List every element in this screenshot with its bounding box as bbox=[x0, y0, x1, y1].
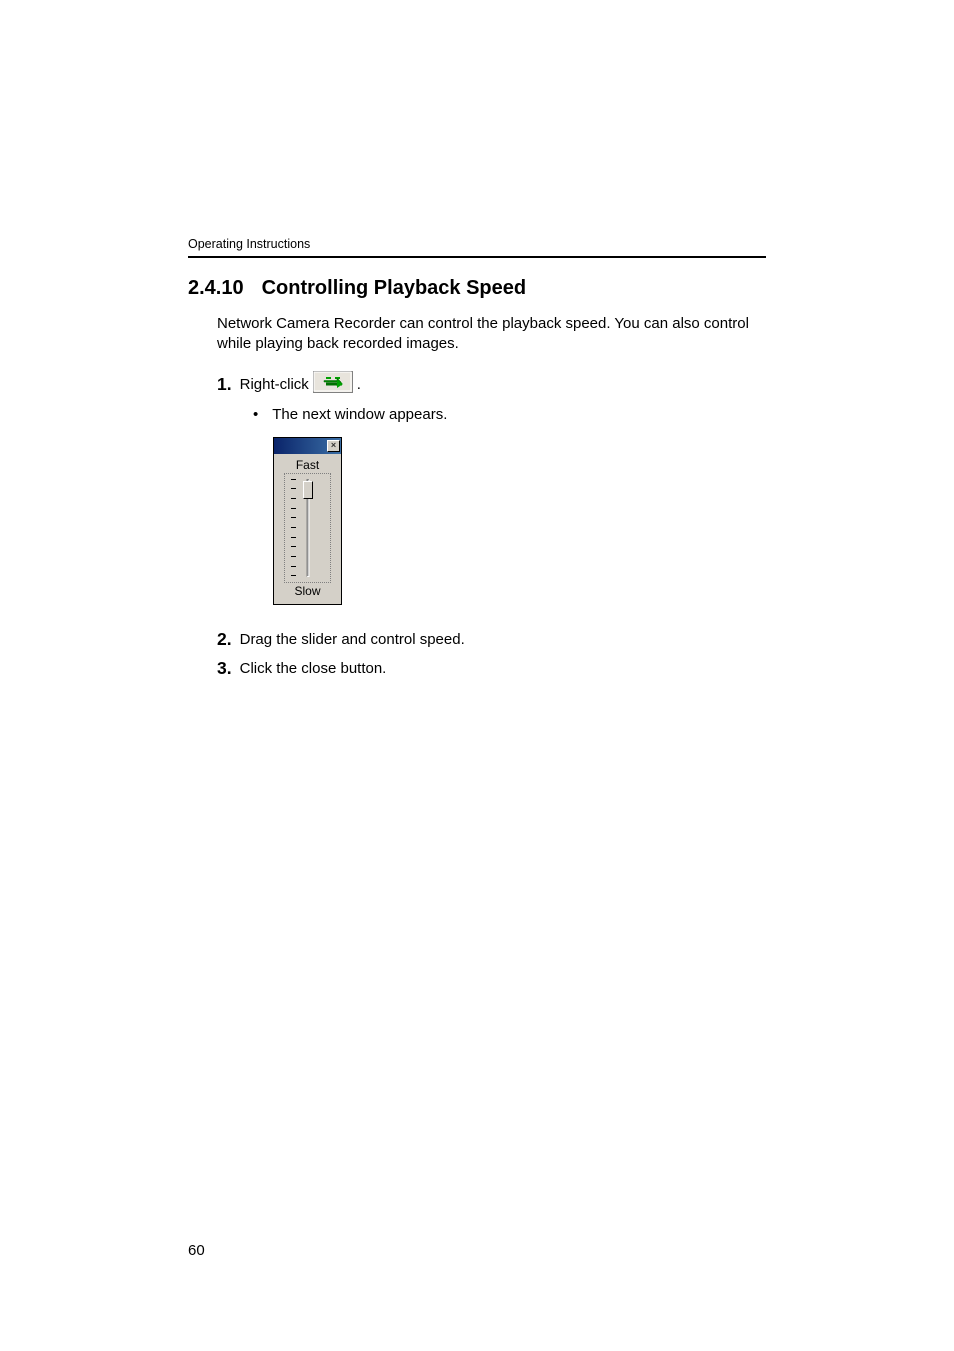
section-heading: 2.4.10 Controlling Playback Speed bbox=[188, 277, 766, 300]
slider-track[interactable] bbox=[289, 477, 326, 579]
bullet-text: The next window appears. bbox=[272, 406, 447, 423]
window-titlebar[interactable]: × bbox=[274, 438, 341, 454]
section-title: Controlling Playback Speed bbox=[262, 277, 527, 299]
step-2: 2. Drag the slider and control speed. bbox=[217, 629, 766, 650]
slider-body: Fast Slow bbox=[274, 454, 341, 604]
step-number: 1. bbox=[217, 374, 232, 395]
fast-label: Fast bbox=[280, 458, 335, 472]
step-1: 1. Right-click . bbox=[217, 371, 766, 398]
step-text: Drag the slider and control speed. bbox=[240, 631, 465, 648]
step-number: 3. bbox=[217, 658, 232, 679]
tick-marks bbox=[291, 479, 297, 577]
step-number: 2. bbox=[217, 629, 232, 650]
close-icon[interactable]: × bbox=[327, 440, 340, 452]
step-text-pre: Right-click bbox=[240, 376, 309, 393]
step-text: Click the close button. bbox=[240, 660, 387, 677]
bullet-dot: • bbox=[253, 406, 258, 423]
step-1-sub-bullet: • The next window appears. bbox=[253, 406, 766, 423]
slider-thumb[interactable] bbox=[303, 481, 313, 499]
intro-paragraph: Network Camera Recorder can control the … bbox=[217, 314, 766, 355]
section-number: 2.4.10 bbox=[188, 277, 244, 299]
document-page: Operating Instructions 2.4.10 Controlling… bbox=[0, 0, 954, 679]
slow-label: Slow bbox=[280, 584, 335, 598]
page-number: 60 bbox=[188, 1242, 205, 1259]
header-divider bbox=[188, 256, 766, 258]
speed-slider-window: × Fast Slow bbox=[273, 437, 342, 605]
step-text-post: . bbox=[357, 376, 361, 393]
running-header: Operating Instructions bbox=[188, 237, 766, 251]
play-control-icon[interactable] bbox=[313, 371, 353, 398]
slider-frame bbox=[284, 473, 331, 583]
step-3: 3. Click the close button. bbox=[217, 658, 766, 679]
